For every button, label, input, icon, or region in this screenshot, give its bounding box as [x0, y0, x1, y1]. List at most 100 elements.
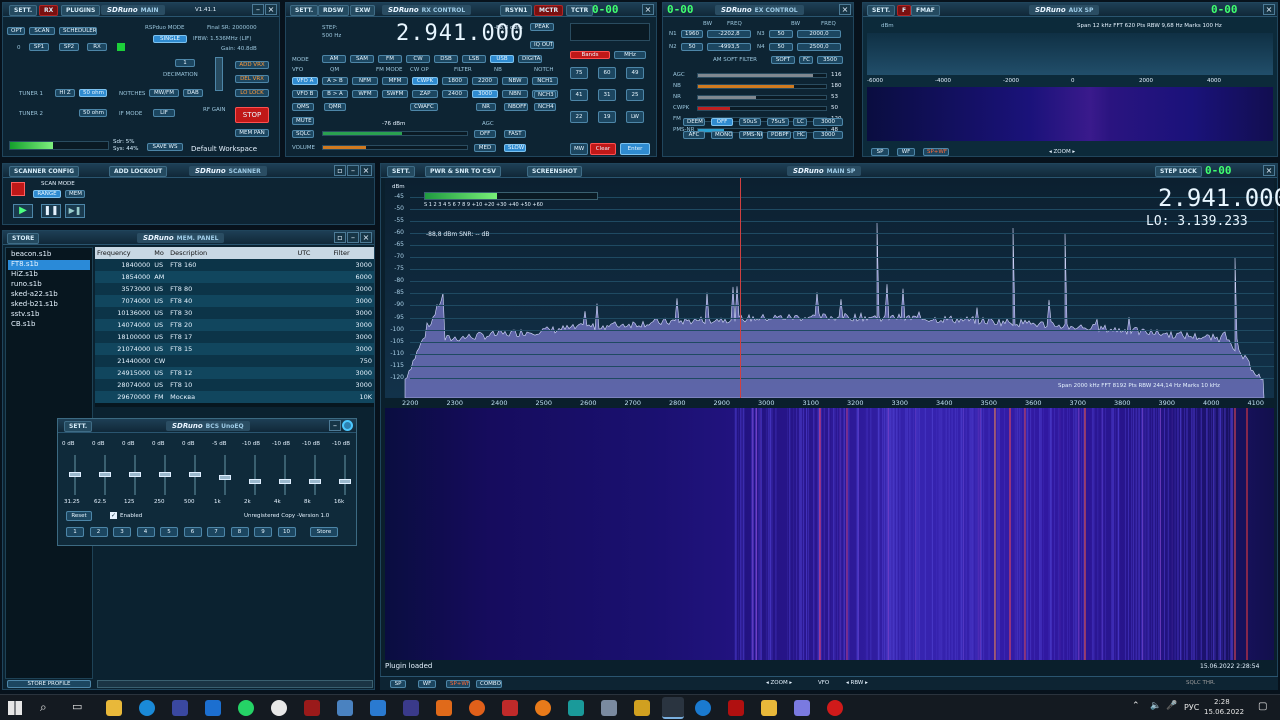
play-icon[interactable]: ▶ — [13, 204, 33, 218]
app-icon-8[interactable] — [568, 700, 584, 716]
n1-freq[interactable]: -2202,8 — [707, 30, 751, 38]
enter-button[interactable]: Enter — [620, 143, 650, 155]
aux-close-icon[interactable]: × — [1263, 4, 1275, 15]
whatsapp-icon[interactable] — [238, 700, 254, 716]
column-header[interactable]: Frequency — [95, 247, 153, 259]
app-icon-9[interactable] — [601, 700, 617, 716]
eq-preset-3[interactable]: 3 — [113, 527, 131, 537]
file-item[interactable]: FT8.s1b — [8, 260, 90, 270]
mode-usb-button[interactable]: USB — [490, 55, 514, 63]
band-key-MW[interactable]: MW — [570, 143, 588, 155]
file-item[interactable]: sstv.s1b — [8, 310, 90, 320]
lc-value[interactable]: 3000 — [813, 118, 843, 126]
scanner-close-icon[interactable]: × — [360, 165, 372, 176]
mode-am-button[interactable]: AM — [322, 55, 346, 63]
tuner2-50ohm-button[interactable]: 50 ohm — [79, 109, 107, 117]
vfo-a-5-button[interactable]: 1800 — [442, 77, 468, 85]
app-icon-13[interactable] — [827, 700, 843, 716]
aux-f-tab[interactable]: F — [897, 5, 912, 16]
vfo-b-2-button[interactable]: WFM — [352, 90, 378, 98]
eq-slider-250[interactable] — [159, 472, 171, 477]
lc-button[interactable]: LC — [793, 118, 807, 126]
column-header[interactable]: Filter — [331, 247, 374, 259]
pause-icon[interactable]: ❚❚ — [41, 204, 61, 218]
table-row[interactable]: 10136000 US FT8 30 3000 — [95, 307, 374, 319]
vfo-b-7-button[interactable]: NBN — [502, 90, 528, 98]
mode-lsb-button[interactable]: LSB — [462, 55, 486, 63]
app-icon-5[interactable] — [436, 700, 452, 716]
sp1-button[interactable]: SP1 — [29, 43, 49, 51]
sqlc-button[interactable]: SQLC — [292, 130, 314, 138]
nch3-button[interactable]: NCH3 — [534, 91, 556, 99]
hc-value[interactable]: 3000 — [813, 131, 843, 139]
combo-button[interactable]: COMBO — [476, 680, 502, 688]
minimize-icon[interactable]: – — [252, 4, 264, 15]
app-icon-3[interactable] — [370, 700, 386, 716]
agc-off-button[interactable]: OFF — [474, 130, 496, 138]
vfo-a-3-button[interactable]: MFM — [382, 77, 408, 85]
mainsp-sett-tab[interactable]: SETT. — [387, 166, 416, 177]
table-row[interactable]: 21440000 CW 750 — [95, 355, 374, 367]
dab-button[interactable]: DAB — [183, 89, 203, 97]
main-plugins-tab[interactable]: PLUGINS — [61, 5, 101, 16]
nboff-button[interactable]: NBOFF — [504, 103, 528, 111]
range-button[interactable]: RANGE — [33, 190, 61, 198]
mode-sam-button[interactable]: SAM — [350, 55, 374, 63]
scanner-config-tab[interactable]: SCANNER CONFIG — [9, 166, 79, 177]
stop-button[interactable]: STOP — [235, 107, 269, 123]
exw-tab[interactable]: EXW — [350, 5, 376, 16]
column-header[interactable]: Description — [168, 247, 296, 259]
fc-button[interactable]: FC — [799, 56, 813, 64]
app-icon-7[interactable] — [535, 700, 551, 716]
tray-chevron-icon[interactable]: ⌃ — [1132, 701, 1140, 711]
aux-spwf-button[interactable]: SP+WF — [923, 148, 949, 156]
store-tab[interactable]: STORE — [7, 233, 40, 244]
band-key-75[interactable]: 75 — [570, 67, 588, 79]
file-item[interactable]: sked-a22.s1b — [8, 290, 90, 300]
qmr-button[interactable]: QMR — [324, 103, 346, 111]
language-label[interactable]: РУС — [1184, 703, 1199, 712]
eq-preset-7[interactable]: 7 — [207, 527, 225, 537]
task-view-icon[interactable]: ▭ — [72, 700, 82, 713]
pmsnr-button[interactable]: PMS-NR — [739, 131, 763, 139]
file-item[interactable]: beacon.s1b — [8, 250, 90, 260]
eq-preset-5[interactable]: 5 — [160, 527, 178, 537]
vfo-a-4-button[interactable]: CWPK — [412, 77, 438, 85]
eq-preset-2[interactable]: 2 — [89, 527, 108, 537]
record-icon[interactable] — [11, 182, 25, 196]
eq-slider-31.25[interactable] — [69, 472, 81, 477]
horizontal-scrollbar[interactable] — [97, 680, 373, 688]
rx-button[interactable]: RX — [87, 43, 107, 51]
deem-off-button[interactable]: OFF — [711, 118, 733, 126]
yandex-icon[interactable] — [271, 700, 287, 716]
eq-store-button[interactable]: Store — [310, 527, 338, 537]
sdruno-task-icon[interactable] — [662, 697, 684, 719]
cwafc-button[interactable]: CWAFC — [410, 103, 438, 111]
clear-button[interactable]: Clear — [590, 143, 616, 155]
rbw-control[interactable]: ◂ RBW ▸ — [846, 680, 868, 686]
band-key-25[interactable]: 25 — [626, 89, 644, 101]
folder-icon[interactable] — [761, 700, 777, 716]
eq-close-icon[interactable] — [342, 420, 353, 431]
rx-close-icon[interactable]: × — [642, 4, 654, 15]
band-key-22[interactable]: 22 — [570, 111, 588, 123]
qms-button[interactable]: QMS — [292, 103, 314, 111]
main-frequency-display[interactable]: 2.941.000 — [1158, 184, 1280, 212]
file-item[interactable]: HiZ.s1b — [8, 270, 90, 280]
eq-reset-button[interactable]: Reset — [66, 511, 92, 521]
lo-lock-button[interactable]: LO LOCK — [235, 89, 269, 97]
n2-bw[interactable]: 50 — [681, 43, 703, 51]
eq-minimize-icon[interactable]: – — [329, 420, 341, 431]
table-row[interactable]: 29670000 FM Москва 10K — [95, 391, 374, 403]
band-key-LW[interactable]: LW — [626, 111, 644, 123]
ex-nr-meter[interactable] — [697, 95, 827, 100]
scanner-restore-icon[interactable]: ▫ — [334, 165, 346, 176]
vfo-b-5-button[interactable]: 2400 — [442, 90, 468, 98]
rdsw-tab[interactable]: RDSW — [318, 5, 349, 16]
vfo-marker[interactable] — [740, 178, 741, 398]
agc-slow-button[interactable]: SLOW — [504, 144, 526, 152]
mem-restore-icon[interactable]: ▫ — [334, 232, 346, 243]
main-rx-tab[interactable]: RX — [39, 5, 59, 16]
sqlc-thr-label[interactable]: SQLC THR. — [1186, 680, 1215, 686]
hiz-button[interactable]: HI Z — [55, 89, 75, 97]
